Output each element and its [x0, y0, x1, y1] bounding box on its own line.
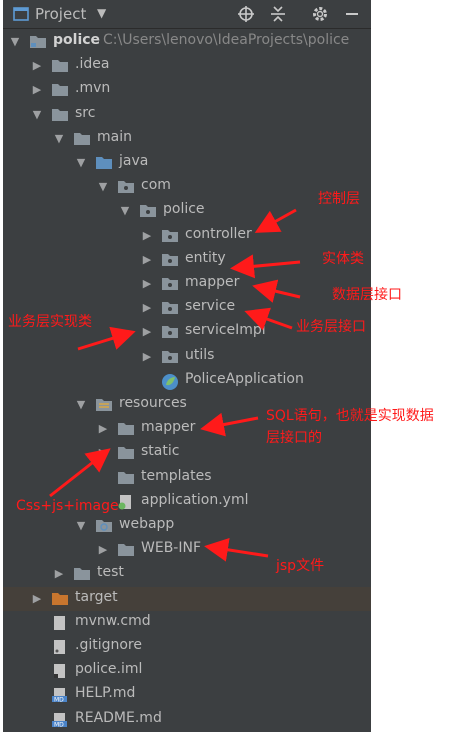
arrow-serviceimpl: [77, 326, 136, 351]
arrow-service: [244, 307, 293, 331]
arrow-mapper: [252, 279, 301, 303]
arrow-controller: [254, 208, 297, 233]
annotation-arrows: [49, 208, 301, 562]
arrow-static: [49, 448, 111, 498]
arrow-web-inf: [204, 537, 269, 562]
arrow-sql: [200, 412, 259, 437]
arrow-entity: [230, 254, 301, 279]
